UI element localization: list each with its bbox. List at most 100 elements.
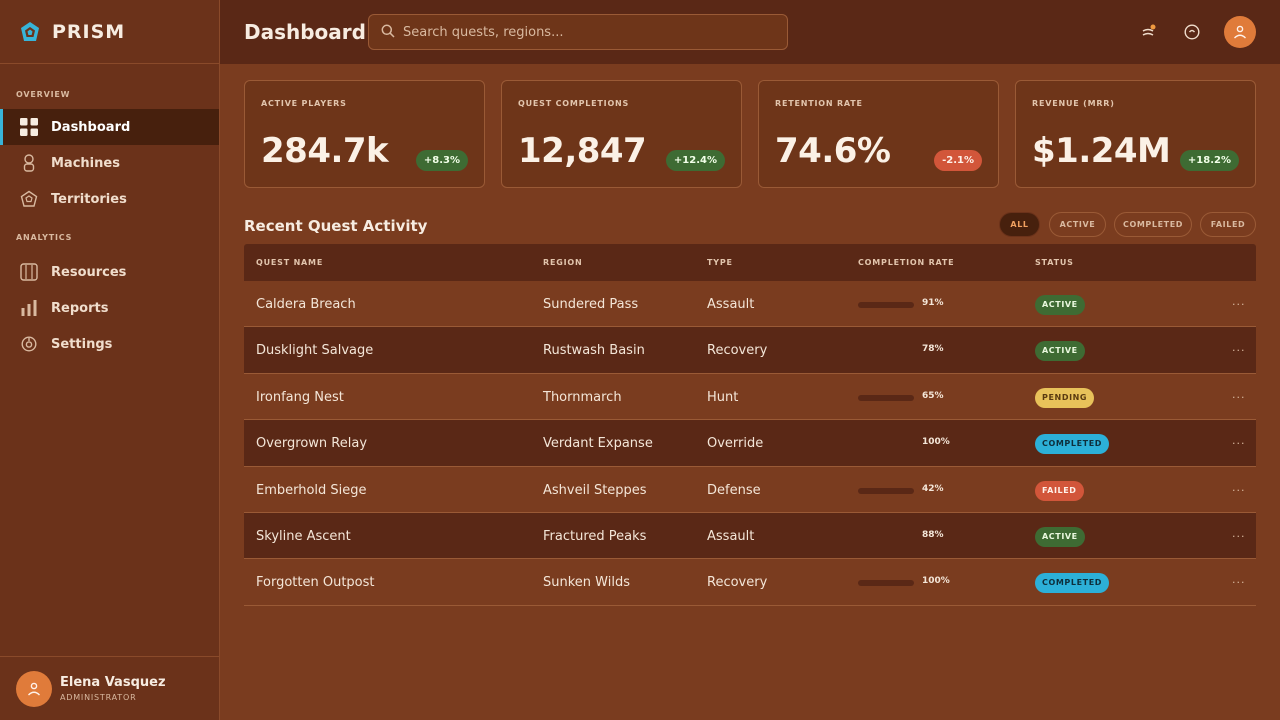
header-avatar[interactable] [1224, 16, 1256, 48]
user-icon [1234, 25, 1246, 39]
quest-name: Forgotten Outpost [256, 575, 375, 591]
completion-rate: 78% [922, 344, 944, 355]
column-header[interactable]: QUEST NAME [256, 258, 323, 267]
pentagon-icon [19, 189, 39, 209]
help-icon[interactable] [1182, 22, 1202, 42]
row-actions-button[interactable]: ... [1232, 341, 1246, 354]
table-row[interactable]: Caldera Breach Sundered Pass Assault 91%… [244, 281, 1256, 328]
search-icon [381, 23, 395, 42]
stat-value: 74.6% [775, 131, 891, 171]
stat-change-badge: +12.4% [665, 150, 725, 171]
sidebar-item-resources[interactable]: Resources [0, 254, 219, 290]
stat-value: 12,847 [518, 131, 647, 171]
status-badge: ACTIVE [1035, 295, 1085, 315]
completion-rate: 65% [922, 390, 944, 401]
stat-change-badge: +18.2% [1179, 150, 1239, 171]
quest-type: Recovery [707, 343, 768, 359]
section-title: Recent Quest Activity [244, 217, 428, 235]
status-badge: FAILED [1035, 480, 1084, 501]
table-row[interactable]: Dusklight Salvage Rustwash Basin Recover… [244, 327, 1256, 374]
filter-all[interactable]: ALL [999, 212, 1040, 237]
quest-region: Sunken Wilds [543, 575, 630, 591]
sidebar-item-label: Settings [51, 336, 113, 352]
stat-change-badge: +8.3% [415, 150, 468, 171]
quest-region: Thornmarch [543, 389, 622, 405]
sidebar-item-machines[interactable]: Machines [0, 145, 219, 181]
completion-rate: 88% [922, 529, 944, 540]
completion-bar [858, 394, 914, 401]
quest-type: Override [707, 436, 764, 452]
quest-name: Overgrown Relay [256, 436, 368, 452]
filter-completed[interactable]: COMPLETED [1114, 212, 1192, 237]
quest-region: Ashveil Steppes [543, 482, 647, 498]
row-actions-button[interactable]: ... [1232, 573, 1246, 586]
row-actions-button[interactable]: ... [1232, 434, 1246, 447]
quest-name: Skyline Ascent [256, 528, 351, 544]
sidebar-item-label: Dashboard [51, 119, 131, 135]
sidebar: PRISM OVERVIEW Dashboard Machines Territ… [0, 0, 220, 720]
table-row[interactable]: Skyline Ascent Fractured Peaks Assault 8… [244, 512, 1256, 560]
sidebar-item-dashboard[interactable]: Dashboard [0, 109, 219, 145]
row-actions-button[interactable]: ... [1232, 481, 1246, 494]
table-row[interactable]: Ironfang Nest Thornmarch Hunt 65% PENDIN… [244, 374, 1256, 421]
sidebar-item-label: Territories [51, 191, 127, 207]
quest-name: Dusklight Salvage [256, 343, 374, 359]
row-actions-button[interactable]: ... [1232, 388, 1246, 401]
search-input[interactable] [403, 24, 773, 40]
nav-section-analytics: ANALYTICS [16, 233, 73, 242]
status-badge: ACTIVE [1035, 341, 1085, 362]
stat-label: ACTIVE PLAYERS [261, 99, 347, 108]
completion-bar [858, 487, 914, 494]
prism-logo-icon [20, 21, 40, 43]
filter-failed[interactable]: FAILED [1200, 212, 1256, 237]
completion-bar [858, 302, 914, 308]
robot-icon [19, 153, 39, 173]
filter-active[interactable]: ACTIVE [1049, 212, 1106, 237]
sidebar-item-territories[interactable]: Territories [0, 181, 219, 217]
quest-name: Caldera Breach [256, 297, 356, 312]
sidebar-item-reports[interactable]: Reports [0, 290, 219, 326]
stat-label: REVENUE (MRR) [1032, 99, 1115, 108]
avatar [16, 670, 52, 707]
table-header: QUEST NAME REGION TYPE COMPLETION RATE S… [244, 244, 1256, 281]
sidebar-item-label: Machines [51, 155, 120, 171]
panel-icon [19, 262, 39, 282]
row-actions-button[interactable]: ... [1232, 295, 1246, 308]
column-header[interactable]: REGION [543, 258, 582, 267]
brand[interactable]: PRISM [0, 0, 219, 64]
column-header[interactable]: TYPE [707, 258, 733, 267]
quest-type: Assault [707, 297, 755, 312]
status-badge: COMPLETED [1035, 434, 1110, 455]
quest-name: Emberhold Siege [256, 482, 367, 498]
stat-card-quest-completions[interactable]: QUEST COMPLETIONS 12,847 +12.4% [501, 80, 742, 188]
status-badge: PENDING [1035, 387, 1095, 408]
stat-value: $1.24M [1032, 131, 1171, 171]
completion-bar [858, 580, 914, 587]
stat-card-active-players[interactable]: ACTIVE PLAYERS 284.7k +8.3% [244, 80, 485, 188]
user-profile[interactable]: Elena Vasquez ADMINISTRATOR [0, 656, 219, 720]
table-row[interactable]: Emberhold Siege Ashveil Steppes Defense … [244, 467, 1256, 513]
table-row[interactable]: Overgrown Relay Verdant Expanse Override… [244, 420, 1256, 467]
grid-icon [19, 117, 39, 137]
completion-rate: 100% [922, 576, 950, 587]
sidebar-item-settings[interactable]: Settings [0, 326, 219, 362]
stat-label: RETENTION RATE [775, 99, 863, 108]
table-row[interactable]: Forgotten Outpost Sunken Wilds Recovery … [244, 559, 1256, 606]
quest-type: Hunt [707, 389, 739, 405]
page-title: Dashboard [244, 20, 366, 44]
quest-region: Rustwash Basin [543, 343, 645, 359]
completion-rate: 91% [922, 298, 944, 308]
row-actions-button[interactable]: ... [1232, 527, 1246, 540]
stat-card-retention-rate[interactable]: RETENTION RATE 74.6% -2.1% [758, 80, 999, 188]
gear-icon [19, 334, 39, 354]
column-header[interactable]: STATUS [1035, 258, 1074, 267]
quest-table: QUEST NAME REGION TYPE COMPLETION RATE S… [244, 244, 1256, 606]
notification-icon[interactable] [1138, 22, 1158, 42]
search-box[interactable] [368, 14, 788, 50]
status-badge: ACTIVE [1035, 526, 1085, 547]
stat-card-revenue[interactable]: REVENUE (MRR) $1.24M +18.2% [1015, 80, 1256, 188]
nav-section-overview: OVERVIEW [16, 90, 71, 99]
bars-icon [19, 298, 39, 318]
quest-region: Verdant Expanse [543, 436, 653, 452]
column-header[interactable]: COMPLETION RATE [858, 258, 954, 267]
